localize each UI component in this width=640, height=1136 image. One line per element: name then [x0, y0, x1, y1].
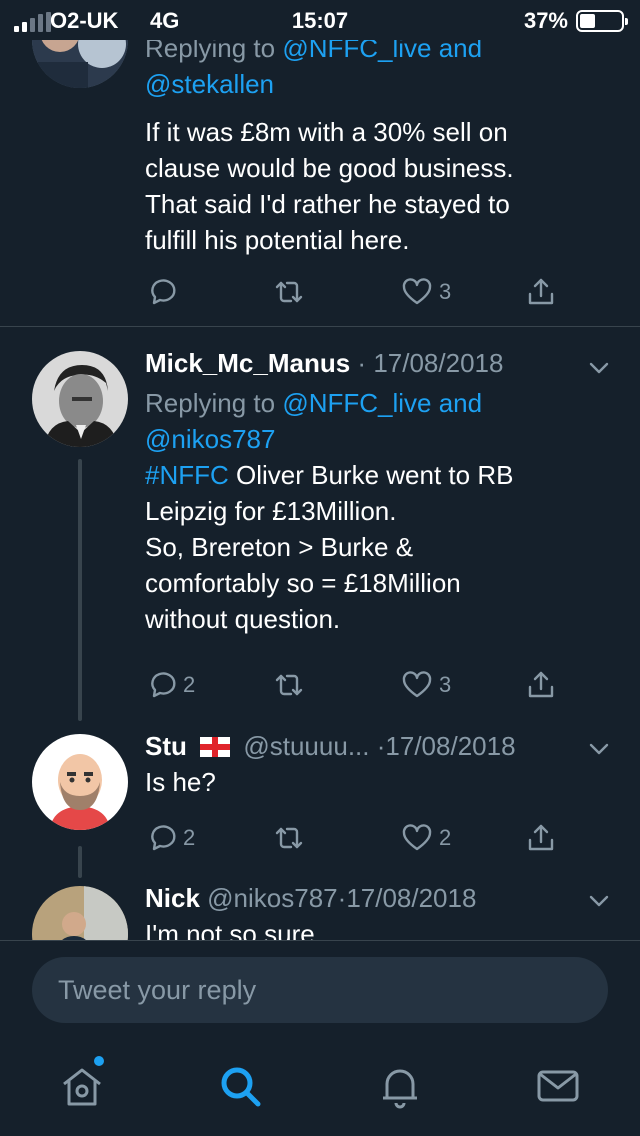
like-button[interactable]: 3 — [401, 665, 451, 705]
thread-connector — [78, 846, 82, 878]
separator-dot: · — [337, 883, 347, 913]
thread-connector — [78, 459, 82, 721]
tab-notifications[interactable] — [376, 1062, 424, 1110]
like-count: 3 — [439, 279, 452, 304]
retweet-icon — [275, 827, 303, 849]
share-icon — [528, 278, 554, 305]
share-icon — [528, 671, 554, 698]
tweet-date: 17/08/2018 — [373, 348, 504, 378]
notification-dot — [92, 1054, 106, 1068]
retweet-icon — [275, 674, 303, 696]
notifications-icon — [383, 1069, 417, 1109]
england-flag-icon — [200, 737, 231, 757]
share-button[interactable] — [525, 818, 557, 858]
avatar[interactable] — [32, 734, 128, 830]
share-button[interactable] — [525, 665, 557, 705]
tweet-date: 17/08/2018 — [385, 731, 516, 761]
user-handle[interactable]: @stuuuu... — [243, 731, 369, 761]
messages-icon — [537, 1070, 579, 1102]
avatar[interactable] — [32, 351, 128, 447]
retweet-button[interactable] — [273, 818, 305, 858]
reply-count: 2 — [183, 672, 196, 697]
display-name[interactable]: Stu — [145, 731, 187, 761]
display-name[interactable]: Mick_Mc_Manus — [145, 348, 350, 378]
tweet-reply-input[interactable] — [32, 957, 608, 1023]
heart-icon — [402, 824, 432, 851]
like-count: 3 — [439, 672, 452, 697]
reply-button[interactable]: 2 — [145, 665, 195, 705]
like-count: 2 — [439, 825, 452, 850]
replying-to: Replying to @NFFC_live and — [145, 388, 483, 418]
share-icon — [528, 824, 554, 851]
reply-icon — [151, 672, 176, 698]
tab-messages[interactable] — [534, 1062, 582, 1110]
conversation-feed[interactable]: Replying to @NFFC_live and @stekallen If… — [0, 0, 640, 940]
reply-button[interactable] — [145, 272, 177, 312]
home-icon — [63, 1068, 101, 1106]
user-handle[interactable]: @nikos787 — [207, 883, 337, 913]
like-button[interactable]: 2 — [401, 818, 451, 858]
tweet[interactable]: Replying to @NFFC_live and @stekallen If… — [0, 0, 640, 326]
tweet-text: Is he? — [145, 767, 216, 797]
tweet[interactable]: Mick_Mc_Manus · 17/08/2018 Replying to @… — [0, 327, 640, 722]
tweet-text: If it was £8m with a 30% sell on clause … — [145, 117, 514, 255]
tweet-date: 17/08/2018 — [346, 883, 477, 913]
mention-link[interactable]: @stekallen — [145, 66, 620, 102]
tweet[interactable]: Nick @nikos787·17/08/2018 I'm not so sur… — [0, 878, 640, 940]
battery-icon — [576, 10, 628, 32]
heart-icon — [402, 671, 432, 698]
reply-icon — [151, 825, 176, 851]
tab-home[interactable] — [58, 1054, 106, 1110]
retweet-button[interactable] — [273, 272, 305, 312]
reply-icon — [151, 279, 176, 305]
separator-dot: · — [357, 348, 367, 378]
battery-percentage: 37% — [523, 8, 568, 33]
reply-count: 2 — [183, 825, 196, 850]
display-name[interactable]: Nick — [145, 883, 200, 913]
reply-button[interactable]: 2 — [145, 818, 195, 858]
reply-composer — [0, 940, 640, 1040]
retweet-icon — [275, 281, 303, 303]
search-icon — [221, 1067, 261, 1107]
tab-search[interactable] — [216, 1062, 264, 1110]
tweet-text: I'm not so sure — [145, 919, 315, 940]
like-button[interactable]: 3 — [401, 272, 451, 312]
chevron-down-icon[interactable] — [588, 738, 610, 760]
chevron-down-icon[interactable] — [588, 890, 610, 912]
status-bar: O2-UK 4G 15:07 37% — [0, 0, 640, 40]
tweet[interactable]: Stu @stuuuu... ·17/08/2018 Is he? 2 2 — [0, 722, 640, 878]
chevron-down-icon[interactable] — [588, 357, 610, 379]
share-button[interactable] — [525, 272, 557, 312]
retweet-button[interactable] — [273, 665, 305, 705]
tweet-text: #NFFC Oliver Burke went to RB Leipzig fo… — [145, 460, 514, 634]
hashtag-link[interactable]: #NFFC — [145, 460, 229, 490]
mention-link[interactable]: @nikos787 — [145, 421, 620, 457]
avatar[interactable] — [32, 886, 128, 940]
bottom-tab-bar — [0, 1040, 640, 1136]
heart-icon — [402, 278, 432, 305]
mention-link[interactable]: @NFFC_live and — [282, 388, 482, 418]
